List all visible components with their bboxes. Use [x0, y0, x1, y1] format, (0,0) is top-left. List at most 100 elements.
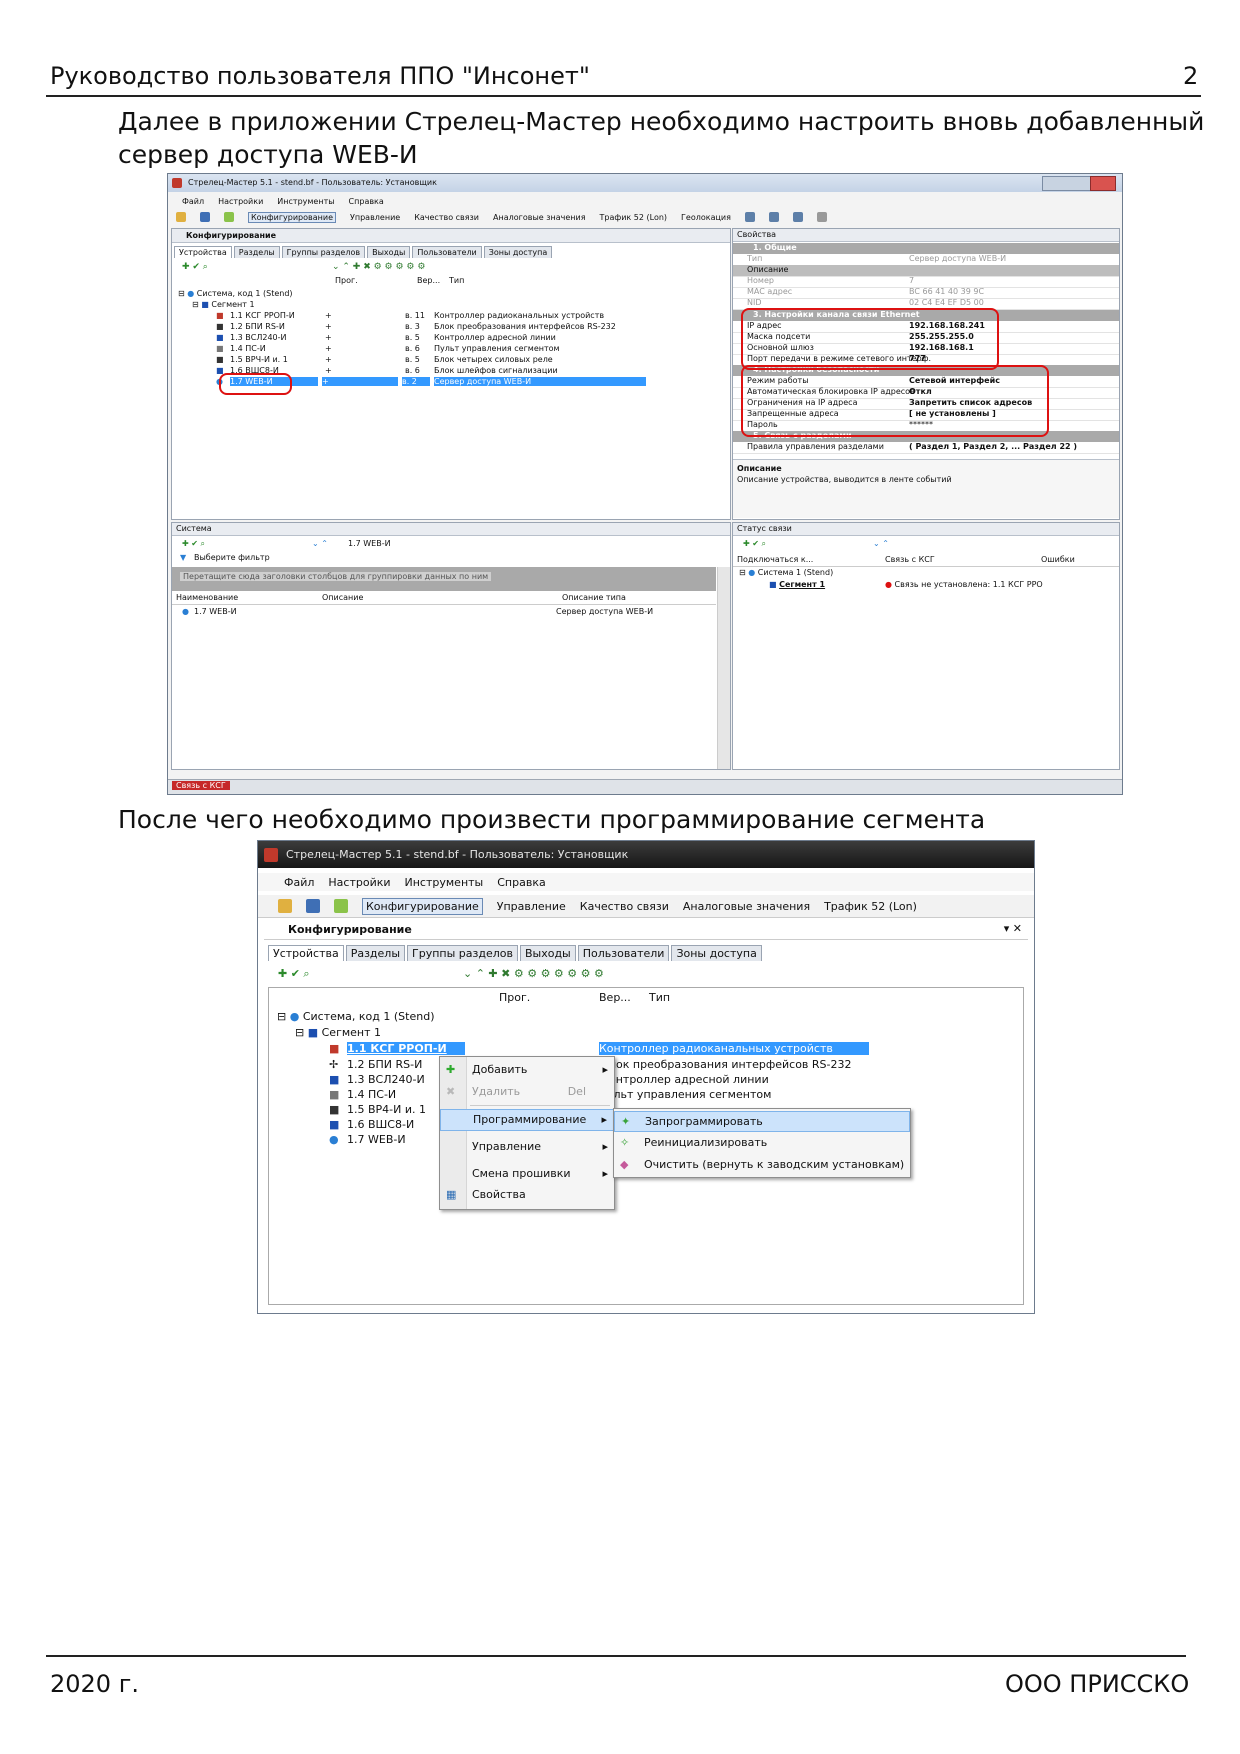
- s1-system-nav[interactable]: ⌄ ⌃: [312, 539, 328, 548]
- s1-status-nav[interactable]: ⌄ ⌃: [873, 539, 889, 548]
- s1-filter-select[interactable]: Выберите фильтр: [194, 553, 270, 562]
- s1-status-row-segment[interactable]: ■ Сегмент 1: [769, 580, 825, 589]
- s1-device-row[interactable]: ■ 1.3 ВСЛ240-И + в. 5 Контроллер адресно…: [216, 333, 726, 342]
- check-icon[interactable]: [224, 212, 234, 222]
- s1-tool-analog[interactable]: Аналоговые значения: [493, 213, 585, 222]
- s2-tree-actions[interactable]: ⌄ ⌃ ✚ ✖ ⚙ ⚙ ⚙ ⚙ ⚙ ⚙ ⚙: [463, 967, 604, 980]
- s1-tool-quality[interactable]: Качество связи: [414, 213, 479, 222]
- s2-device-row[interactable]: ■ 1.5 ВР4-И и. 1: [329, 1103, 426, 1116]
- s1-status-col-connect[interactable]: Подключаться к...: [737, 555, 813, 564]
- tab-devices[interactable]: Устройства: [268, 945, 344, 961]
- menu-item-programming[interactable]: Программирование ▸: [440, 1109, 614, 1131]
- s2-tool-analog[interactable]: Аналоговые значения: [683, 900, 810, 913]
- s2-device-row-selected[interactable]: ■ 1.1 КСГ РРОП-И Контроллер радиоканальн…: [329, 1042, 869, 1057]
- s2-device-row[interactable]: ■ 1.6 ВШС8-И: [329, 1118, 414, 1131]
- s2-tree-root[interactable]: ⊟ ● Система, код 1 (Stend): [277, 1010, 434, 1023]
- s1-sys-col-type[interactable]: Описание типа: [562, 593, 626, 602]
- s1-status-col-errors[interactable]: Ошибки: [1041, 555, 1075, 564]
- menu-item-control[interactable]: Управление ▸: [440, 1137, 614, 1157]
- s1-tool-traffic[interactable]: Трафик 52 (Lon): [600, 213, 668, 222]
- layout-icon[interactable]: [744, 212, 755, 222]
- s2-tool-quality[interactable]: Качество связи: [580, 900, 669, 913]
- open-icon[interactable]: [176, 212, 186, 222]
- s1-device-prog: +: [325, 333, 332, 342]
- s1-menu-settings[interactable]: Настройки: [218, 197, 263, 206]
- menu-item-reinit[interactable]: ✧ Реинициализировать: [614, 1133, 910, 1152]
- s2-col-prog[interactable]: Прог.: [499, 991, 530, 1004]
- tab-partitions[interactable]: Разделы: [233, 246, 280, 258]
- s2-tool-traffic[interactable]: Трафик 52 (Lon): [824, 900, 917, 913]
- device-icon: ■: [329, 1088, 340, 1101]
- tab-access-zones[interactable]: Зоны доступа: [483, 246, 553, 258]
- s2-menu-file[interactable]: Файл: [284, 876, 314, 889]
- save-icon[interactable]: [200, 212, 210, 222]
- s1-tree-root[interactable]: ⊟ ● Система, код 1 (Stend): [178, 289, 293, 298]
- s1-tool-geo[interactable]: Геолокация: [681, 213, 731, 222]
- s1-status-col-link[interactable]: Связь с КСГ: [885, 555, 935, 564]
- s1-prop-row[interactable]: Правила управления разделами ( Раздел 1, …: [733, 442, 1119, 454]
- paragraph-1: Далее в приложении Стрелец-Мастер необхо…: [118, 105, 1204, 171]
- s1-sys-col-desc[interactable]: Описание: [322, 593, 363, 602]
- tab-devices[interactable]: Устройства: [174, 246, 232, 258]
- s2-col-type[interactable]: Тип: [649, 991, 670, 1004]
- s2-tree-segment[interactable]: ⊟ ■ Сегмент 1: [295, 1026, 381, 1039]
- s1-prop-group[interactable]: 1. Общие: [733, 243, 1119, 254]
- s2-device-type: ульт управления сегментом: [607, 1088, 772, 1101]
- s1-status-row-system[interactable]: ⊟ ● Система 1 (Stend): [739, 568, 833, 577]
- s1-device-row[interactable]: ■ 1.4 ПС-И + в. 6 Пульт управления сегме…: [216, 344, 726, 353]
- s2-menu-settings[interactable]: Настройки: [328, 876, 390, 889]
- tab-outputs[interactable]: Выходы: [519, 945, 576, 961]
- s2-menu-help[interactable]: Справка: [497, 876, 545, 889]
- close-icon[interactable]: ▾ ✕: [1004, 922, 1022, 935]
- split-icon[interactable]: [792, 212, 803, 222]
- filter-icon[interactable]: ▼: [180, 553, 186, 562]
- s1-system-toolbar[interactable]: ✚ ✔ ⌕: [182, 539, 205, 549]
- s1-menu-tools[interactable]: Инструменты: [277, 197, 334, 206]
- s1-tree-toolbar[interactable]: ✚ ✔ ⌕: [182, 262, 208, 272]
- save-icon[interactable]: [306, 899, 320, 913]
- tab-partition-groups[interactable]: Группы разделов: [407, 945, 518, 961]
- close-icon[interactable]: [1090, 176, 1116, 191]
- s1-device-row[interactable]: ■ 1.5 ВРЧ-И и. 1 + в. 5 Блок четырех сил…: [216, 355, 726, 364]
- s2-tree-toolbar[interactable]: ✚ ✔ ⌕: [278, 967, 310, 981]
- s1-device-row[interactable]: ■ 1.1 КСГ РРОП-И + в. 11 Контроллер ради…: [216, 311, 726, 320]
- s1-status-toolbar[interactable]: ✚ ✔ ⌕: [743, 539, 766, 549]
- s2-tool-control[interactable]: Управление: [497, 900, 566, 913]
- menu-item-program[interactable]: ✦ Запрограммировать: [614, 1111, 910, 1132]
- tab-users[interactable]: Пользователи: [412, 246, 482, 258]
- open-icon[interactable]: [278, 899, 292, 913]
- tab-access-zones[interactable]: Зоны доступа: [671, 945, 762, 961]
- s1-tree-actions[interactable]: ⌄ ⌃ ✚ ✖ ⚙ ⚙ ⚙ ⚙ ⚙: [332, 262, 425, 272]
- s1-system-row[interactable]: ● 1.7 WEB-И Сервер доступа WEB-И: [172, 607, 716, 618]
- menu-item-add[interactable]: ✚ Добавить ▸: [440, 1060, 614, 1080]
- s1-device-row[interactable]: ■ 1.2 БПИ RS-И + в. 3 Блок преобразовани…: [216, 322, 726, 331]
- s1-statusbar-link[interactable]: Связь с КСГ: [172, 781, 230, 790]
- menu-item-delete[interactable]: ✖ Удалить Del: [440, 1082, 614, 1102]
- s1-menu-file[interactable]: Файл: [182, 197, 204, 206]
- s2-tool-config[interactable]: Конфигурирование: [362, 897, 483, 915]
- window-icon[interactable]: [768, 212, 779, 222]
- s1-system-scrollbar[interactable]: [717, 567, 730, 769]
- menu-item-firmware[interactable]: Смена прошивки ▸: [440, 1164, 614, 1184]
- menu-item-clear[interactable]: ◆ Очистить (вернуть к заводским установк…: [614, 1155, 910, 1174]
- s1-col-type[interactable]: Тип: [449, 276, 464, 285]
- s1-tool-control[interactable]: Управление: [350, 213, 400, 222]
- check-icon[interactable]: [334, 899, 348, 913]
- sound-icon[interactable]: [816, 212, 827, 222]
- s2-device-row[interactable]: ● 1.7 WEB-И: [329, 1133, 406, 1146]
- tab-partition-groups[interactable]: Группы разделов: [281, 246, 366, 258]
- tab-users[interactable]: Пользователи: [577, 945, 670, 961]
- s1-device-row-selected[interactable]: ● 1.7 WEB-И + в. 2 Сервер доступа WEB-И: [216, 377, 726, 388]
- s1-col-prog[interactable]: Прог.: [335, 276, 358, 285]
- menu-item-properties[interactable]: ▦ Свойства: [440, 1185, 614, 1205]
- tab-outputs[interactable]: Выходы: [367, 246, 411, 258]
- s1-menu-help[interactable]: Справка: [349, 197, 384, 206]
- s1-col-ver[interactable]: Вер...: [417, 276, 440, 285]
- tab-partitions[interactable]: Разделы: [345, 945, 406, 961]
- s2-menu-tools[interactable]: Инструменты: [405, 876, 484, 889]
- s1-tool-config[interactable]: Конфигурирование: [248, 211, 336, 223]
- s1-device-row[interactable]: ■ 1.6 ВШС8-И + в. 6 Блок шлейфов сигнали…: [216, 366, 726, 375]
- s2-col-ver[interactable]: Вер...: [599, 991, 631, 1004]
- s1-tree-segment[interactable]: ⊟ ■ Сегмент 1: [192, 300, 255, 309]
- s1-sys-col-name[interactable]: Наименование: [176, 593, 238, 602]
